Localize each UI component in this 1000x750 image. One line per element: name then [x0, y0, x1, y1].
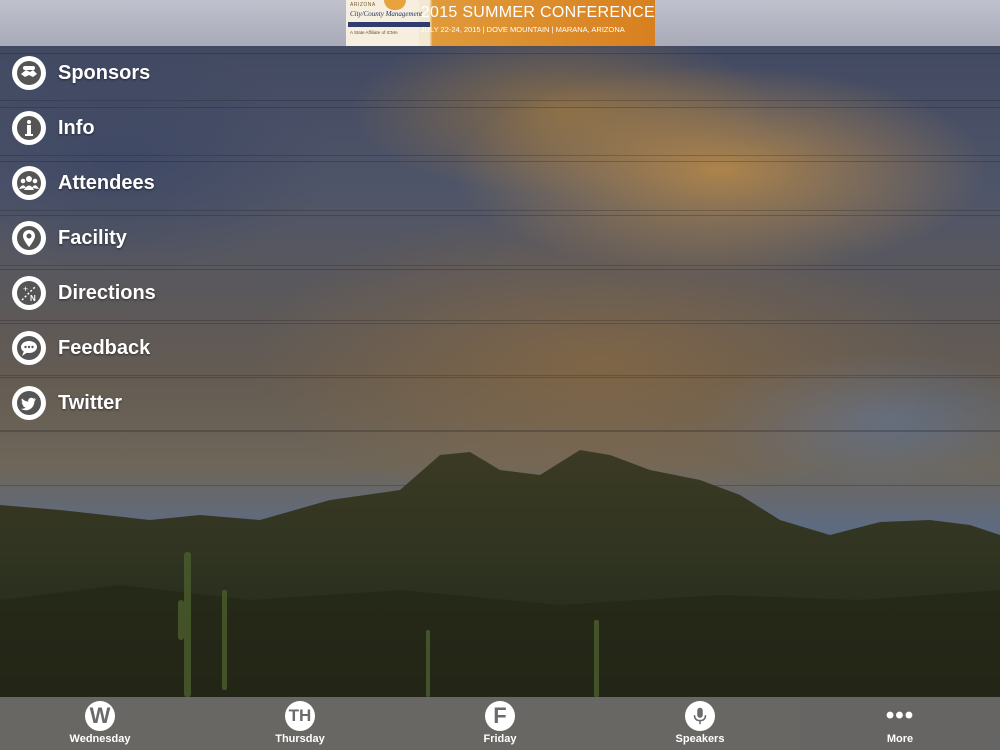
- compass-icon: N +: [12, 276, 46, 310]
- svg-text:+: +: [23, 284, 28, 294]
- chat-bubble-icon: [12, 331, 46, 365]
- top-bar: ARIZONA City/County Management A State A…: [0, 0, 1000, 46]
- tab-more[interactable]: ••• More: [800, 697, 1000, 750]
- people-icon: [12, 166, 46, 200]
- handshake-icon: [12, 56, 46, 90]
- association-logo: ARIZONA City/County Management A State A…: [346, 0, 430, 46]
- menu-item-facility[interactable]: Facility: [0, 211, 1000, 266]
- menu-item-attendees[interactable]: Attendees: [0, 156, 1000, 211]
- more-dots-icon: •••: [885, 702, 915, 729]
- menu-item-sponsors[interactable]: Sponsors: [0, 46, 1000, 101]
- conference-title: 2015 SUMMER CONFERENCE: [420, 4, 655, 21]
- menu-item-info[interactable]: Info: [0, 101, 1000, 156]
- twitter-bird-icon: [12, 386, 46, 420]
- wednesday-icon: W: [85, 701, 115, 731]
- conference-dates: JULY 22-24, 2015 | DOVE MOUNTAIN | MARAN…: [420, 25, 625, 34]
- tab-wednesday[interactable]: W Wednesday: [0, 697, 200, 750]
- info-icon: [12, 111, 46, 145]
- main-menu: Sponsors Info Attendees Facility N + Dire…: [0, 46, 1000, 431]
- menu-item-feedback[interactable]: Feedback: [0, 321, 1000, 376]
- tab-speakers[interactable]: Speakers: [600, 697, 800, 750]
- friday-icon: F: [485, 701, 515, 731]
- thursday-icon: TH: [285, 701, 315, 731]
- microphone-icon: [685, 701, 715, 731]
- map-pin-icon: [12, 221, 46, 255]
- tab-friday[interactable]: F Friday: [400, 697, 600, 750]
- conference-banner: ARIZONA City/County Management A State A…: [346, 0, 655, 46]
- tab-thursday[interactable]: TH Thursday: [200, 697, 400, 750]
- bottom-tab-bar: W Wednesday TH Thursday F Friday Speaker…: [0, 697, 1000, 750]
- svg-text:N: N: [30, 294, 36, 303]
- menu-item-twitter[interactable]: Twitter: [0, 376, 1000, 431]
- menu-item-directions[interactable]: N + Directions: [0, 266, 1000, 321]
